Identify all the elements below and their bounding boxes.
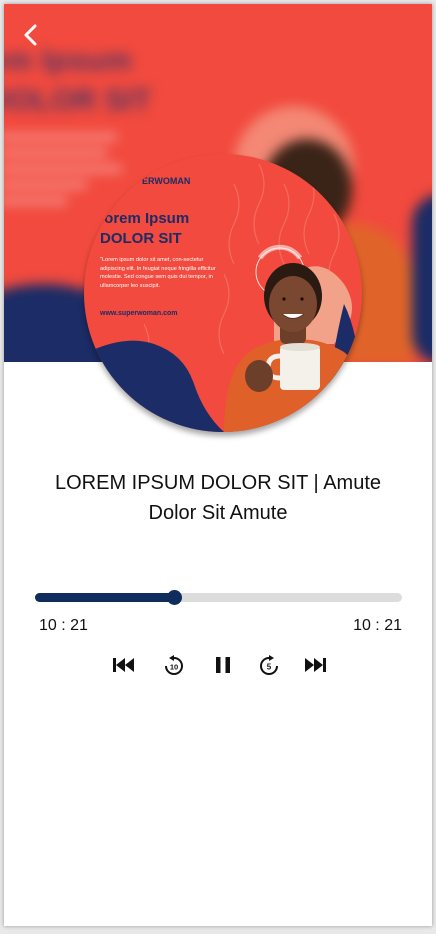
skip-next-icon (305, 658, 326, 672)
total-time: 10 : 21 (353, 617, 402, 634)
pause-button[interactable] (208, 650, 238, 680)
pause-icon (216, 657, 230, 673)
playback-controls: 10 5 (4, 650, 432, 680)
album-art-title-line2: DOLOR SIT (100, 230, 182, 247)
background-title-line2: DOLOR SIT (4, 84, 152, 117)
album-art-brand: ERWOMAN (142, 176, 191, 186)
svg-text:5: 5 (267, 663, 272, 672)
background-navy-blob-right (412, 194, 432, 362)
skip-next-button[interactable] (300, 650, 330, 680)
album-art-title-line1: .orem Ipsum (100, 210, 190, 227)
skip-previous-button[interactable] (109, 650, 139, 680)
album-art-url: www.superwoman.com (100, 310, 178, 317)
elapsed-time: 10 : 21 (39, 617, 88, 634)
progress-thumb[interactable] (167, 590, 183, 605)
progress-fill (35, 593, 175, 602)
svg-text:10: 10 (170, 663, 178, 672)
track-title: LOREM IPSUM DOLOR SIT | Amute Dolor Sit … (54, 472, 381, 524)
replay-10-icon: 10 (165, 655, 183, 675)
album-art: ERWOMAN .orem Ipsum DOLOR SIT "Lorem ips… (84, 154, 362, 432)
back-button[interactable] (16, 20, 46, 50)
forward-5-icon: 5 (260, 655, 278, 675)
skip-previous-icon (113, 658, 134, 672)
replay-10-button[interactable]: 10 (159, 650, 189, 680)
album-art-graphic (84, 163, 362, 432)
forward-5-button[interactable]: 5 (254, 650, 284, 680)
chevron-left-icon (24, 24, 37, 46)
album-art-body-text: "Lorem ipsum dolor sit amet, con-sectetu… (100, 257, 216, 289)
player-screen: em Ipsum DOLOR SIT (4, 4, 432, 926)
progress-bar[interactable] (35, 590, 402, 605)
